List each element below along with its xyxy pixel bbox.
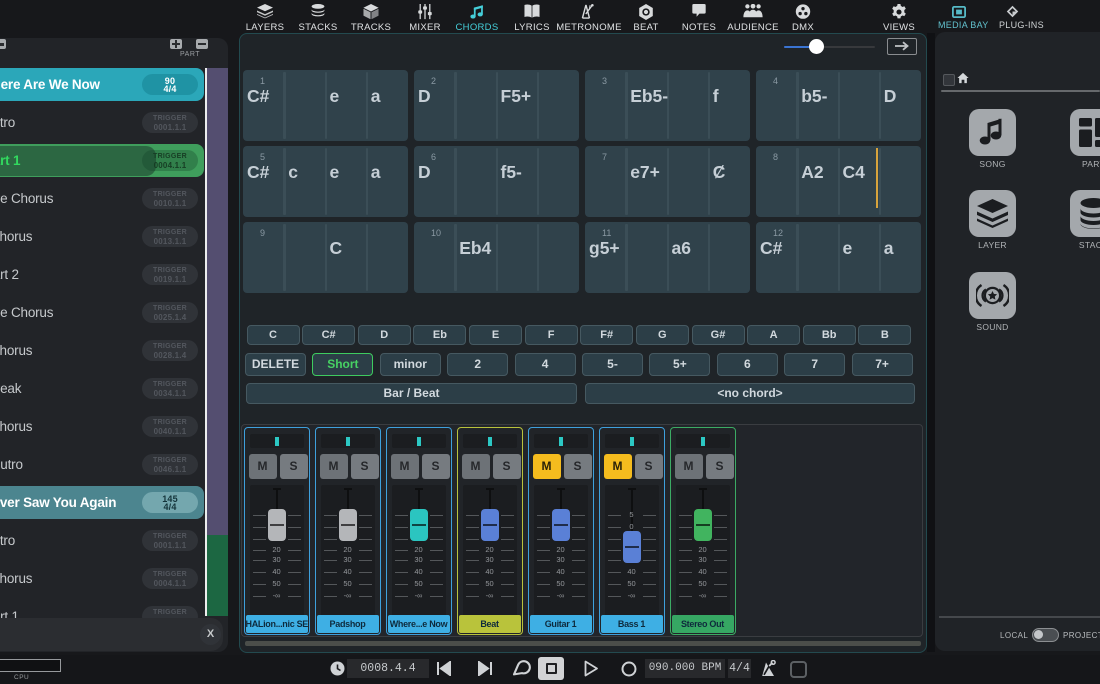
svg-text:P: P xyxy=(589,4,592,9)
